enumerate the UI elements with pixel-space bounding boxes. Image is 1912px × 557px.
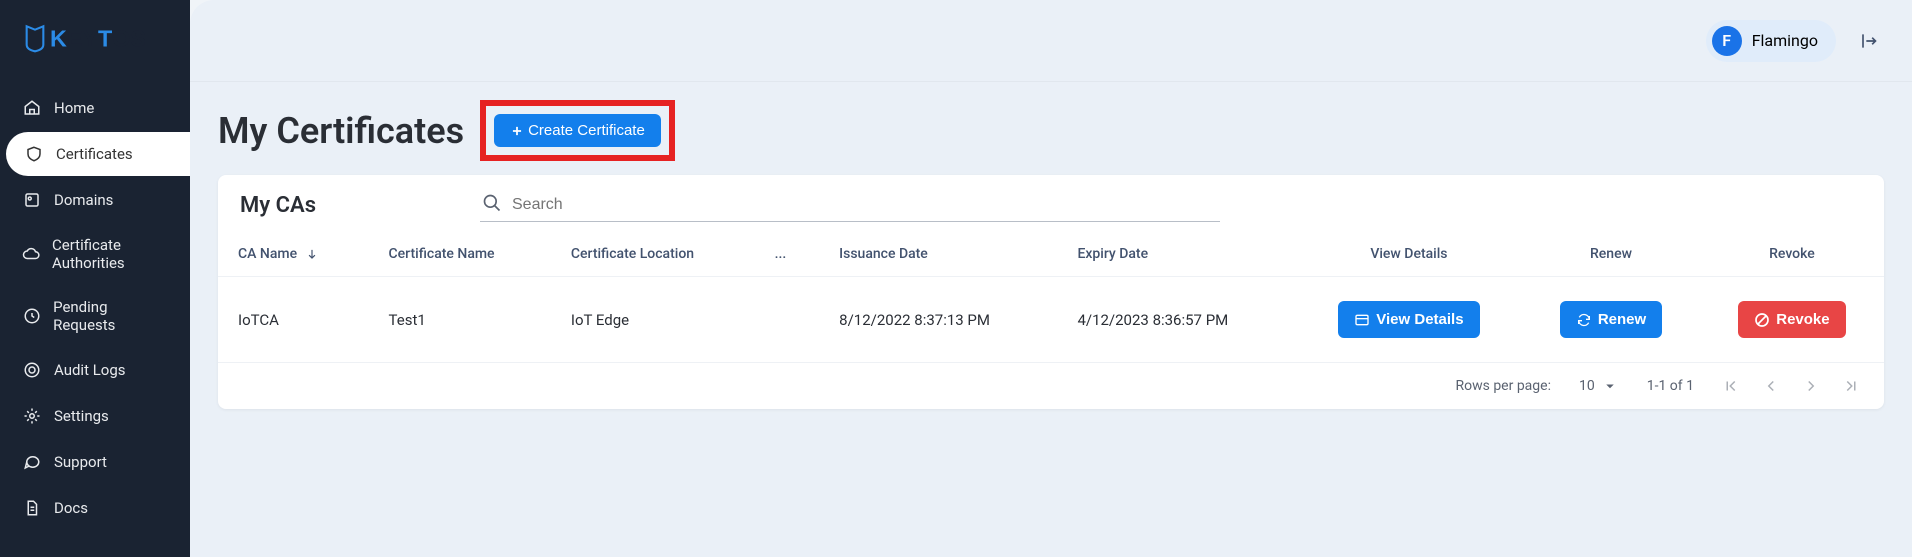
sidebar-item-label: Home (54, 99, 94, 117)
refresh-icon (1576, 312, 1592, 328)
table-row: IoTCA Test1 IoT Edge 8/12/2022 8:37:13 P… (218, 277, 1884, 363)
sidebar: KEYTOS Home Certificates Domains Certifi… (0, 0, 190, 557)
chevron-first-icon (1722, 377, 1740, 395)
home-icon (22, 98, 42, 118)
cell-more (755, 277, 820, 363)
rows-per-page-select[interactable]: 10 (1579, 377, 1619, 395)
card-icon (1354, 312, 1370, 328)
next-page-button[interactable] (1802, 377, 1820, 395)
column-more[interactable]: ... (755, 232, 820, 277)
sidebar-item-label: Audit Logs (54, 361, 126, 379)
user-name: Flamingo (1752, 31, 1818, 50)
view-details-button[interactable]: View Details (1338, 301, 1479, 338)
sidebar-item-support[interactable]: Support (4, 440, 186, 484)
chat-icon (22, 452, 42, 472)
page-header: My Certificates Create Certificate (218, 100, 1884, 161)
revoke-button[interactable]: Revoke (1738, 301, 1845, 338)
sidebar-item-docs[interactable]: Docs (4, 486, 186, 530)
cell-expiry-date: 4/12/2023 8:36:57 PM (1057, 277, 1295, 363)
prev-page-button[interactable] (1762, 377, 1780, 395)
brand-logo: KEYTOS (0, 20, 190, 56)
cell-cert-name: Test1 (369, 277, 551, 363)
sidebar-item-label: Pending Requests (53, 298, 168, 334)
chevron-right-icon (1802, 377, 1820, 395)
sidebar-item-audit-logs[interactable]: Audit Logs (4, 348, 186, 392)
sidebar-item-home[interactable]: Home (4, 86, 186, 130)
sidebar-item-certificates[interactable]: Certificates (6, 132, 190, 176)
ban-icon (1754, 312, 1770, 328)
search-field[interactable] (480, 189, 1220, 222)
chevron-left-icon (1762, 377, 1780, 395)
gear-icon (22, 406, 42, 426)
sidebar-item-certificate-authorities[interactable]: Certificate Authorities (4, 224, 186, 284)
page-title: My Certificates (218, 110, 464, 152)
card-title: My CAs (240, 193, 480, 218)
column-view-details: View Details (1296, 232, 1522, 277)
target-icon (22, 360, 42, 380)
cell-ca-name: IoTCA (218, 277, 369, 363)
document-icon (22, 498, 42, 518)
column-issuance-date[interactable]: Issuance Date (819, 232, 1057, 277)
first-page-button[interactable] (1722, 377, 1740, 395)
certificates-table: CA Name Certificate Name Certificate Loc… (218, 232, 1884, 363)
clock-icon (22, 306, 41, 326)
user-menu[interactable]: F Flamingo (1706, 20, 1836, 62)
search-icon (482, 193, 512, 217)
cell-cert-location: IoT Edge (551, 277, 755, 363)
column-renew: Renew (1522, 232, 1700, 277)
column-certificate-location[interactable]: Certificate Location (551, 232, 755, 277)
logout-icon (1858, 31, 1878, 51)
logout-button[interactable] (1852, 25, 1884, 57)
sidebar-item-label: Support (54, 453, 107, 471)
column-certificate-name[interactable]: Certificate Name (369, 232, 551, 277)
sidebar-item-label: Docs (54, 499, 88, 517)
last-page-button[interactable] (1842, 377, 1860, 395)
highlight-box: Create Certificate (480, 100, 675, 161)
certificates-card: My CAs CA Name Certificate Name Certific (218, 175, 1884, 409)
create-certificate-button[interactable]: Create Certificate (494, 114, 661, 147)
chevron-last-icon (1842, 377, 1860, 395)
sidebar-item-pending-requests[interactable]: Pending Requests (4, 286, 186, 346)
shield-icon (24, 144, 44, 164)
avatar: F (1712, 26, 1742, 56)
create-button-label: Create Certificate (528, 122, 645, 139)
plus-icon (510, 124, 524, 138)
dropdown-arrow-icon (1601, 377, 1619, 395)
column-revoke: Revoke (1700, 232, 1884, 277)
cell-issuance-date: 8/12/2022 8:37:13 PM (819, 277, 1057, 363)
pagination-range: 1-1 of 1 (1647, 378, 1694, 394)
sidebar-item-label: Domains (54, 191, 113, 209)
sidebar-item-settings[interactable]: Settings (4, 394, 186, 438)
svg-text:KEYTOS: KEYTOS (50, 25, 146, 51)
sort-arrow-down-icon (305, 247, 319, 261)
column-ca-name[interactable]: CA Name (218, 232, 369, 277)
rows-per-page-label: Rows per page: (1455, 378, 1550, 394)
sidebar-item-domains[interactable]: Domains (4, 178, 186, 222)
sidebar-item-label: Settings (54, 407, 109, 425)
domain-icon (22, 190, 42, 210)
topbar: F Flamingo (190, 0, 1912, 82)
main-content: F Flamingo My Certificates Create Certif… (190, 0, 1912, 557)
sidebar-item-label: Certificate Authorities (52, 236, 168, 272)
pagination: Rows per page: 10 1-1 of 1 (218, 363, 1884, 409)
sidebar-item-label: Certificates (56, 145, 133, 163)
search-input[interactable] (512, 196, 1218, 214)
card-header: My CAs (218, 175, 1884, 232)
cloud-icon (22, 244, 40, 264)
column-expiry-date[interactable]: Expiry Date (1057, 232, 1295, 277)
renew-button[interactable]: Renew (1560, 301, 1662, 338)
